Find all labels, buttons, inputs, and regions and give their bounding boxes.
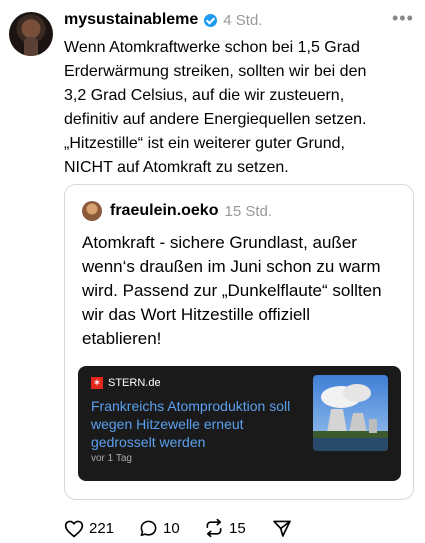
author-username[interactable]: mysustainableme	[64, 11, 198, 29]
like-count: 221	[89, 519, 115, 537]
link-source: ✶ STERN.de	[91, 377, 161, 389]
stern-logo-icon: ✶	[91, 377, 103, 389]
link-source-name: STERN.de	[108, 377, 161, 389]
like-button[interactable]: 221	[64, 517, 114, 539]
share-button[interactable]	[272, 517, 292, 539]
post-header: mysustainableme 4 Std.	[64, 10, 262, 30]
quoted-post-text: Atomkraft - sichere Grundlast, außer wen…	[82, 233, 382, 348]
quoted-post[interactable]: fraeulein.oeko 15 Std. Atomkraft - siche…	[64, 184, 414, 500]
heart-icon	[64, 520, 84, 537]
send-icon	[273, 520, 291, 537]
link-thumbnail-image	[313, 375, 388, 451]
reply-button[interactable]: 10	[139, 517, 180, 539]
repost-count: 15	[229, 519, 246, 537]
post-text: Wenn Atomkraftwerke schon bei 1,5 Grad E…	[64, 39, 367, 176]
quoted-post-header: fraeulein.oeko 15 Std.	[110, 201, 272, 221]
link-title[interactable]: Frankreichs Atomproduktion soll wegen Hi…	[91, 397, 291, 451]
reply-count: 10	[163, 519, 180, 537]
quoted-author-username[interactable]: fraeulein.oeko	[110, 202, 218, 220]
author-avatar[interactable]	[9, 12, 53, 56]
repost-icon	[206, 518, 222, 538]
post-time: 4 Std.	[223, 11, 263, 29]
link-date: vor 1 Tag	[91, 453, 132, 464]
quoted-author-avatar[interactable]	[82, 201, 102, 221]
comment-icon	[140, 520, 157, 536]
quoted-post-time: 15 Std.	[224, 202, 273, 220]
more-options-icon[interactable]: •••	[392, 8, 414, 29]
link-preview-card[interactable]: ✶ STERN.de Frankreichs Atomproduktion so…	[78, 366, 401, 481]
verified-badge-icon	[204, 13, 218, 27]
repost-button[interactable]: 15	[204, 517, 246, 539]
